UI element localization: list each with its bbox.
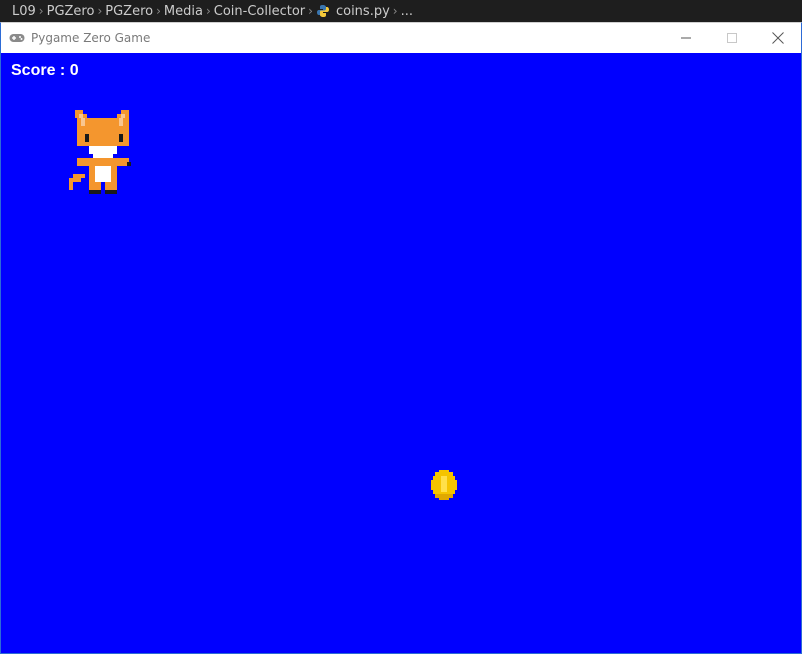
fox-sprite	[69, 110, 131, 194]
chevron-right-icon: ›	[392, 4, 398, 18]
breadcrumb-item-l09[interactable]: L09	[12, 4, 36, 19]
game-window: Pygame Zero Game Score : 0	[0, 22, 802, 654]
gamepad-icon	[9, 34, 25, 42]
window-titlebar[interactable]: Pygame Zero Game	[1, 23, 801, 53]
coin-sprite	[431, 470, 457, 500]
chevron-right-icon: ›	[156, 4, 161, 18]
score-label: Score : 0	[11, 62, 79, 79]
breadcrumb-item-pgzero-1[interactable]: PGZero	[47, 4, 95, 19]
chevron-right-icon: ›	[97, 4, 103, 18]
python-icon	[316, 5, 329, 17]
breadcrumb-item-pgzero-2[interactable]: PGZero	[105, 4, 153, 19]
chevron-right-icon: ›	[205, 4, 211, 18]
chevron-right-icon: ›	[308, 4, 313, 18]
close-button[interactable]	[755, 23, 801, 53]
breadcrumb: L09 › PGZero › PGZero › Media › Coin-Col…	[0, 0, 802, 22]
minimize-icon	[681, 37, 691, 39]
chevron-right-icon: ›	[38, 4, 44, 18]
window-title: Pygame Zero Game	[31, 31, 151, 45]
breadcrumb-item-more[interactable]: ...	[401, 4, 413, 19]
maximize-button[interactable]	[709, 23, 755, 53]
breadcrumb-item-coin-collector[interactable]: Coin-Collector	[214, 4, 305, 19]
breadcrumb-item-media[interactable]: Media	[164, 4, 203, 19]
maximize-icon	[727, 33, 737, 43]
breadcrumb-item-file[interactable]: coins.py	[336, 4, 390, 19]
close-icon	[772, 32, 784, 44]
minimize-button[interactable]	[663, 23, 709, 53]
game-canvas[interactable]: Score : 0	[1, 53, 801, 653]
